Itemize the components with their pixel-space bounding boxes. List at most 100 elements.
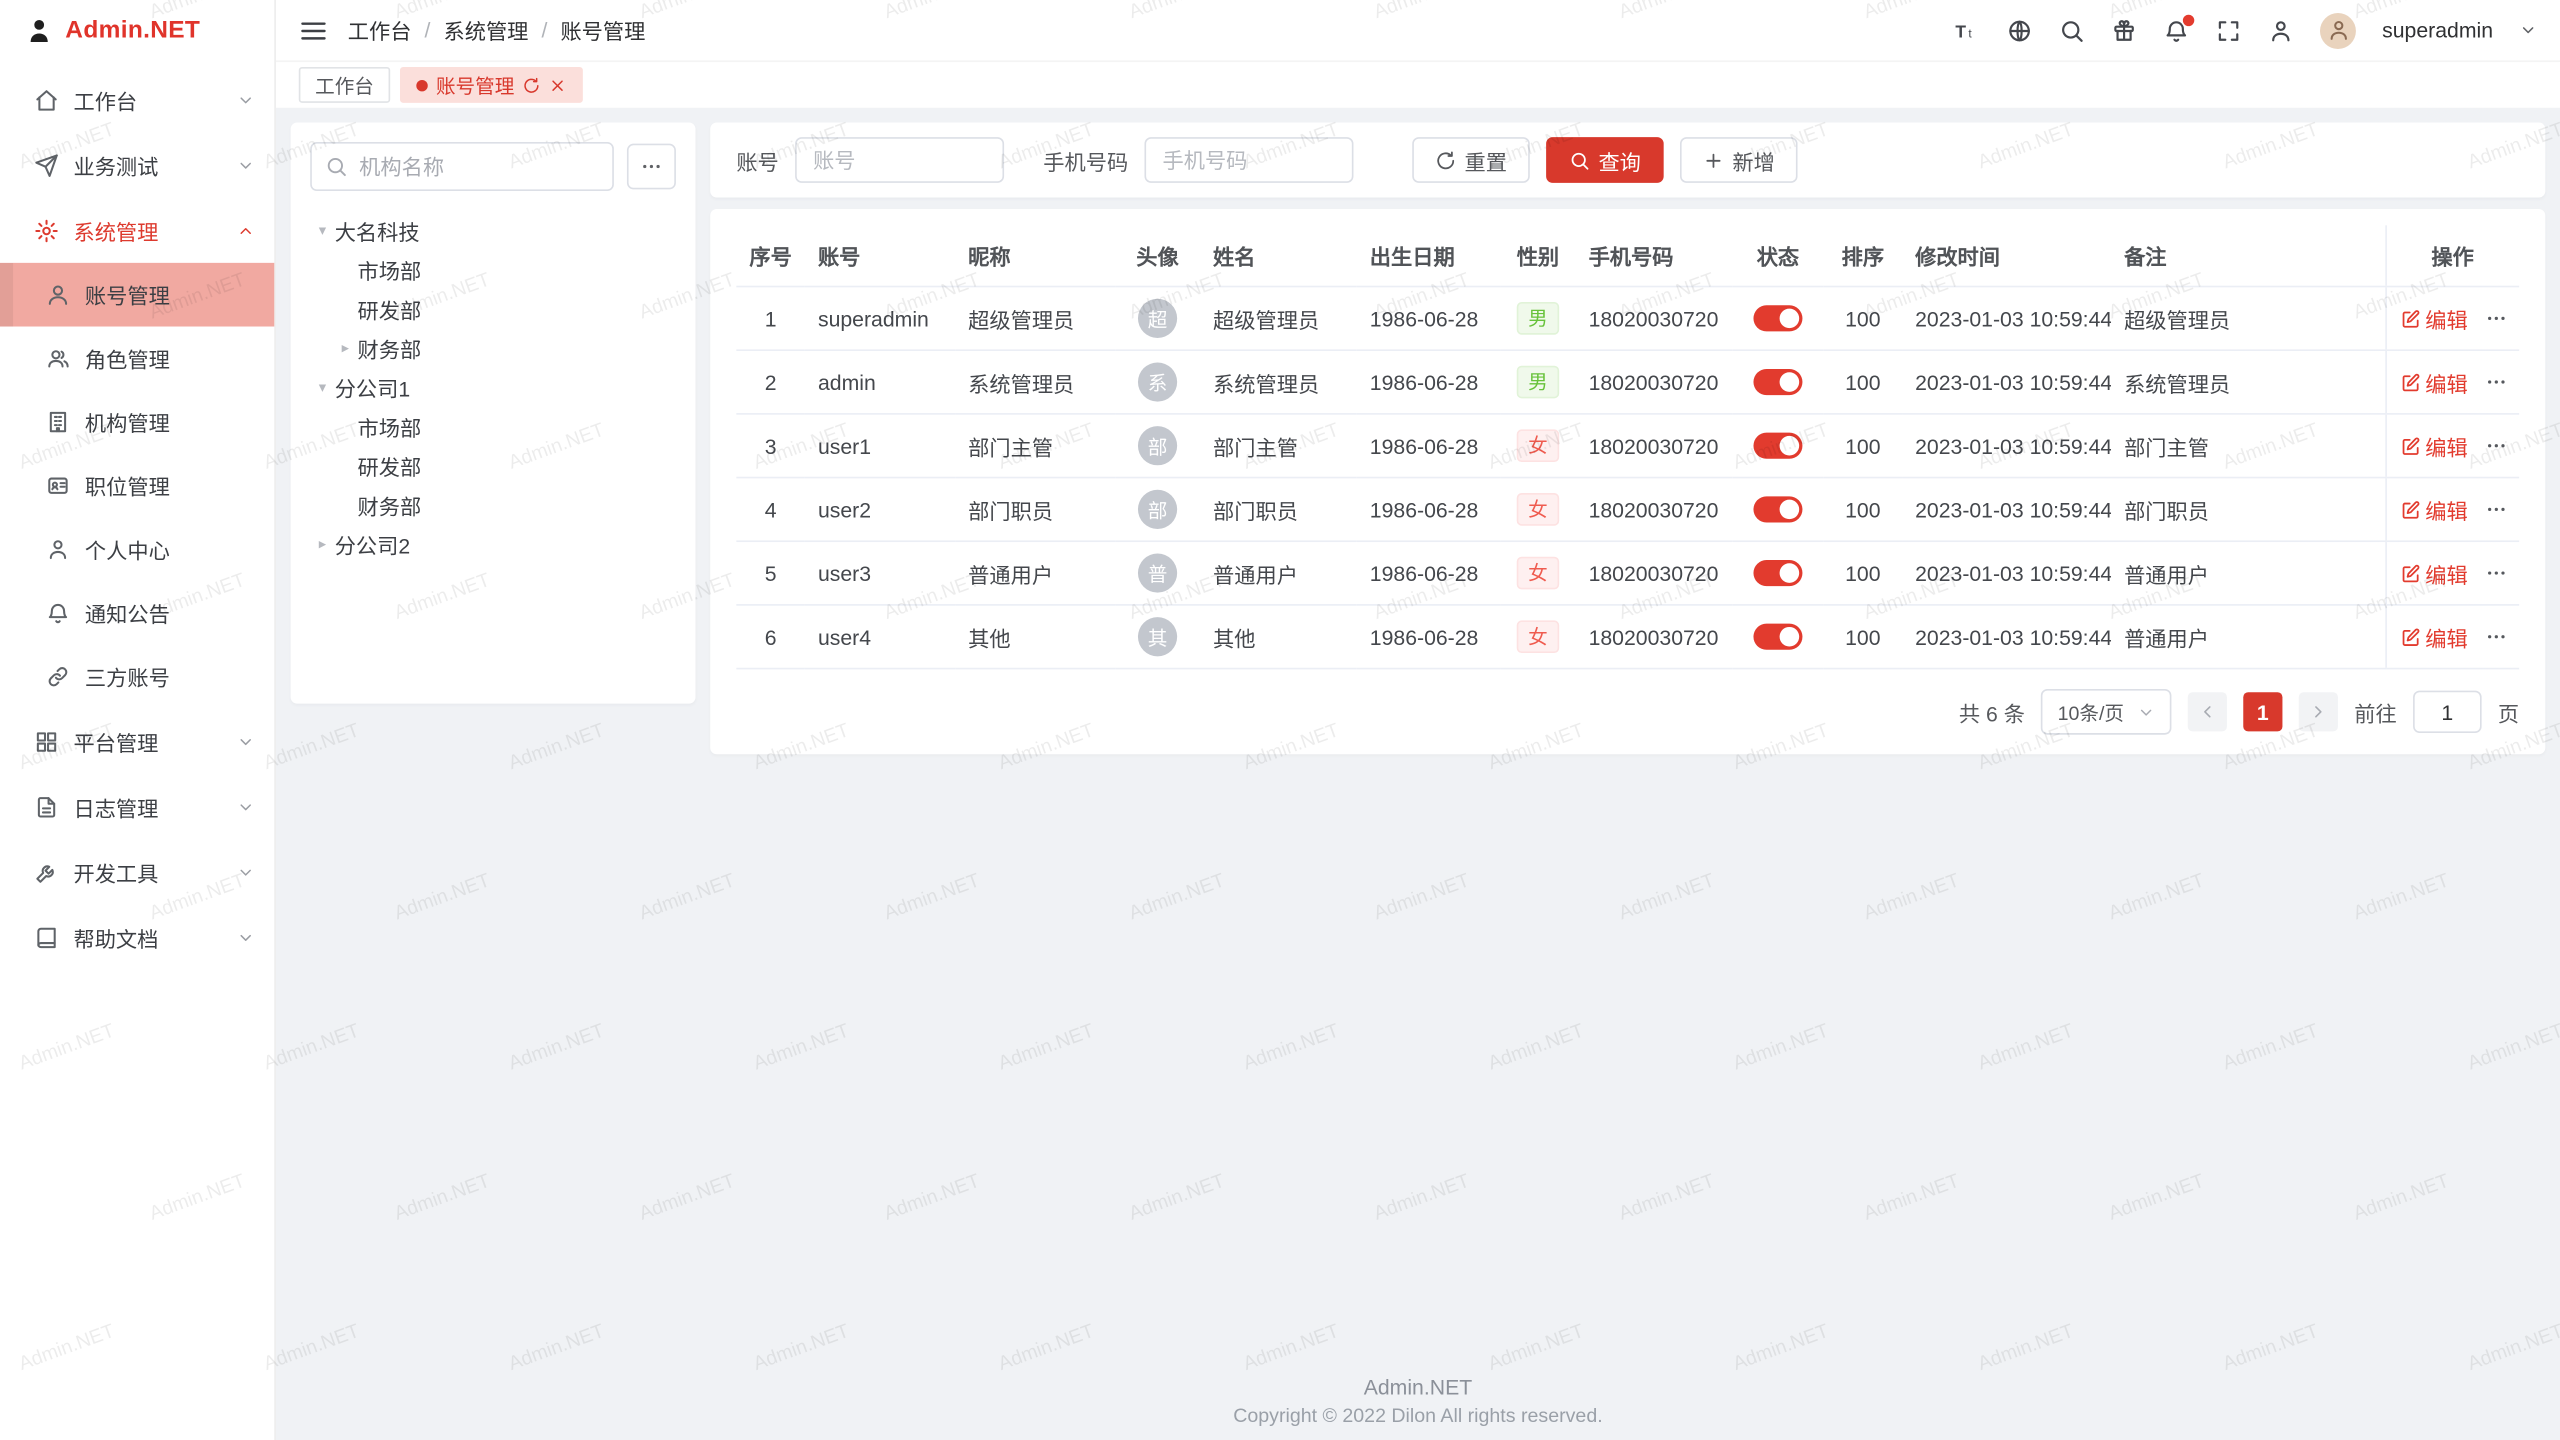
- edit-button[interactable]: 编辑: [2399, 430, 2468, 461]
- edit-button[interactable]: 编辑: [2399, 621, 2468, 652]
- phone-input[interactable]: [1145, 137, 1354, 183]
- tree-node[interactable]: ▾大名科技: [310, 211, 676, 250]
- sidebar-item-position-management[interactable]: 职位管理: [0, 454, 274, 518]
- cell-phone: 18020030720: [1576, 541, 1733, 605]
- caret-down-icon[interactable]: ▾: [310, 221, 334, 239]
- cell-nickname: 部门主管: [955, 414, 1115, 478]
- column-header-account: 账号: [805, 225, 955, 286]
- gift-icon[interactable]: [2111, 17, 2137, 43]
- sidebar-item-log-management[interactable]: 日志管理: [0, 774, 274, 839]
- chevron-down-icon[interactable]: [2519, 21, 2537, 39]
- tree-node[interactable]: 研发部: [310, 446, 676, 485]
- font-size-icon[interactable]: Tt: [1954, 17, 1980, 43]
- cell-index: 3: [736, 414, 805, 478]
- sidebar-item-role-management[interactable]: 角色管理: [0, 327, 274, 391]
- account-input[interactable]: [795, 137, 1004, 183]
- sidebar-item-third-party-account[interactable]: 三方账号: [0, 645, 274, 709]
- avatar[interactable]: [2320, 12, 2356, 48]
- org-search-input[interactable]: [356, 153, 599, 181]
- edit-icon: [2399, 435, 2420, 456]
- plus-icon: [1703, 149, 1724, 170]
- bell-icon: [46, 601, 70, 625]
- caret-right-icon[interactable]: ▸: [333, 339, 357, 357]
- org-more-button[interactable]: [627, 144, 676, 190]
- tab-workbench[interactable]: 工作台: [299, 67, 390, 103]
- more-actions-button[interactable]: [2484, 562, 2507, 585]
- topbar-actions: Tt superadmin: [1954, 12, 2537, 48]
- cell-ops: 编辑: [2385, 478, 2519, 542]
- cell-birth: 1986-06-28: [1357, 478, 1501, 542]
- cell-status: [1732, 414, 1823, 478]
- tree-node[interactable]: 市场部: [310, 250, 676, 289]
- profile-icon[interactable]: [2268, 17, 2294, 43]
- more-actions-button[interactable]: [2484, 371, 2507, 394]
- status-toggle[interactable]: [1753, 306, 1802, 332]
- status-toggle[interactable]: [1753, 560, 1802, 586]
- fullscreen-icon[interactable]: [2216, 17, 2242, 43]
- edit-label: 编辑: [2425, 558, 2467, 589]
- add-button[interactable]: 新增: [1680, 137, 1798, 183]
- sidebar-item-dev-tools[interactable]: 开发工具: [0, 839, 274, 904]
- goto-page-input[interactable]: [2413, 691, 2482, 733]
- username[interactable]: superadmin: [2382, 18, 2493, 42]
- reset-button[interactable]: 重置: [1412, 137, 1530, 183]
- sidebar-item-account-management[interactable]: 账号管理: [0, 263, 274, 327]
- edit-button[interactable]: 编辑: [2399, 303, 2468, 334]
- tree-node-label: 财务部: [358, 489, 422, 520]
- sidebar-item-business-test[interactable]: 业务测试: [0, 132, 274, 197]
- caret-right-icon[interactable]: ▸: [310, 535, 334, 553]
- breadcrumb-item-system[interactable]: 系统管理: [443, 15, 528, 46]
- cell-birth: 1986-06-28: [1357, 287, 1501, 351]
- status-toggle[interactable]: [1753, 433, 1802, 459]
- tree-node[interactable]: ▾分公司1: [310, 367, 676, 406]
- sidebar-item-org-management[interactable]: 机构管理: [0, 390, 274, 454]
- sidebar-item-workbench[interactable]: 工作台: [0, 67, 274, 132]
- search-button[interactable]: 查询: [1546, 137, 1664, 183]
- cell-account: user3: [805, 541, 955, 605]
- status-toggle[interactable]: [1753, 369, 1802, 395]
- table-row: 3user1部门主管部部门主管1986-06-28女18020030720100…: [736, 414, 2519, 478]
- tree-node[interactable]: ▸财务部: [310, 328, 676, 367]
- tab-account-management[interactable]: 账号管理: [400, 67, 583, 103]
- notifications-button[interactable]: [2163, 17, 2189, 43]
- status-toggle[interactable]: [1753, 497, 1802, 523]
- more-actions-button[interactable]: [2484, 498, 2507, 521]
- edit-button[interactable]: 编辑: [2399, 494, 2468, 525]
- page-1-button[interactable]: 1: [2243, 692, 2282, 731]
- tree-node[interactable]: ▸分公司2: [310, 524, 676, 563]
- sidebar-item-label: 职位管理: [85, 470, 255, 501]
- sidebar-item-label: 三方账号: [85, 661, 255, 692]
- tree-node[interactable]: 研发部: [310, 289, 676, 328]
- tree-node[interactable]: 财务部: [310, 485, 676, 524]
- home-icon: [34, 87, 58, 111]
- sidebar-item-personal-center[interactable]: 个人中心: [0, 518, 274, 582]
- search-icon[interactable]: [2059, 17, 2085, 43]
- page-size-select[interactable]: 10条/页: [2041, 689, 2171, 735]
- status-toggle[interactable]: [1753, 624, 1802, 650]
- cell-remark: 普通用户: [2111, 605, 2385, 669]
- sidebar-item-help-docs[interactable]: 帮助文档: [0, 904, 274, 969]
- cell-birth: 1986-06-28: [1357, 414, 1501, 478]
- next-page-button[interactable]: [2299, 692, 2338, 731]
- refresh-tab-icon[interactable]: [522, 76, 540, 94]
- more-actions-button[interactable]: [2484, 434, 2507, 457]
- breadcrumb-item-workbench[interactable]: 工作台: [348, 15, 412, 46]
- tab-label: 工作台: [315, 71, 374, 99]
- more-actions-button[interactable]: [2484, 307, 2507, 330]
- menu-toggle-icon[interactable]: [299, 16, 328, 45]
- sidebar-item-system-management[interactable]: 系统管理: [0, 198, 274, 263]
- sidebar-item-label: 通知公告: [85, 598, 255, 629]
- language-icon[interactable]: [2007, 17, 2033, 43]
- prev-page-button[interactable]: [2188, 692, 2227, 731]
- tree-node[interactable]: 市场部: [310, 407, 676, 446]
- sidebar-item-label: 帮助文档: [73, 922, 222, 953]
- cell-remark: 系统管理员: [2111, 350, 2385, 414]
- edit-button[interactable]: 编辑: [2399, 558, 2468, 589]
- caret-down-icon[interactable]: ▾: [310, 378, 334, 396]
- close-tab-icon[interactable]: [549, 76, 567, 94]
- edit-button[interactable]: 编辑: [2399, 367, 2468, 398]
- cell-status: [1732, 287, 1823, 351]
- more-actions-button[interactable]: [2484, 625, 2507, 648]
- sidebar-item-notice[interactable]: 通知公告: [0, 581, 274, 645]
- sidebar-item-platform-management[interactable]: 平台管理: [0, 709, 274, 774]
